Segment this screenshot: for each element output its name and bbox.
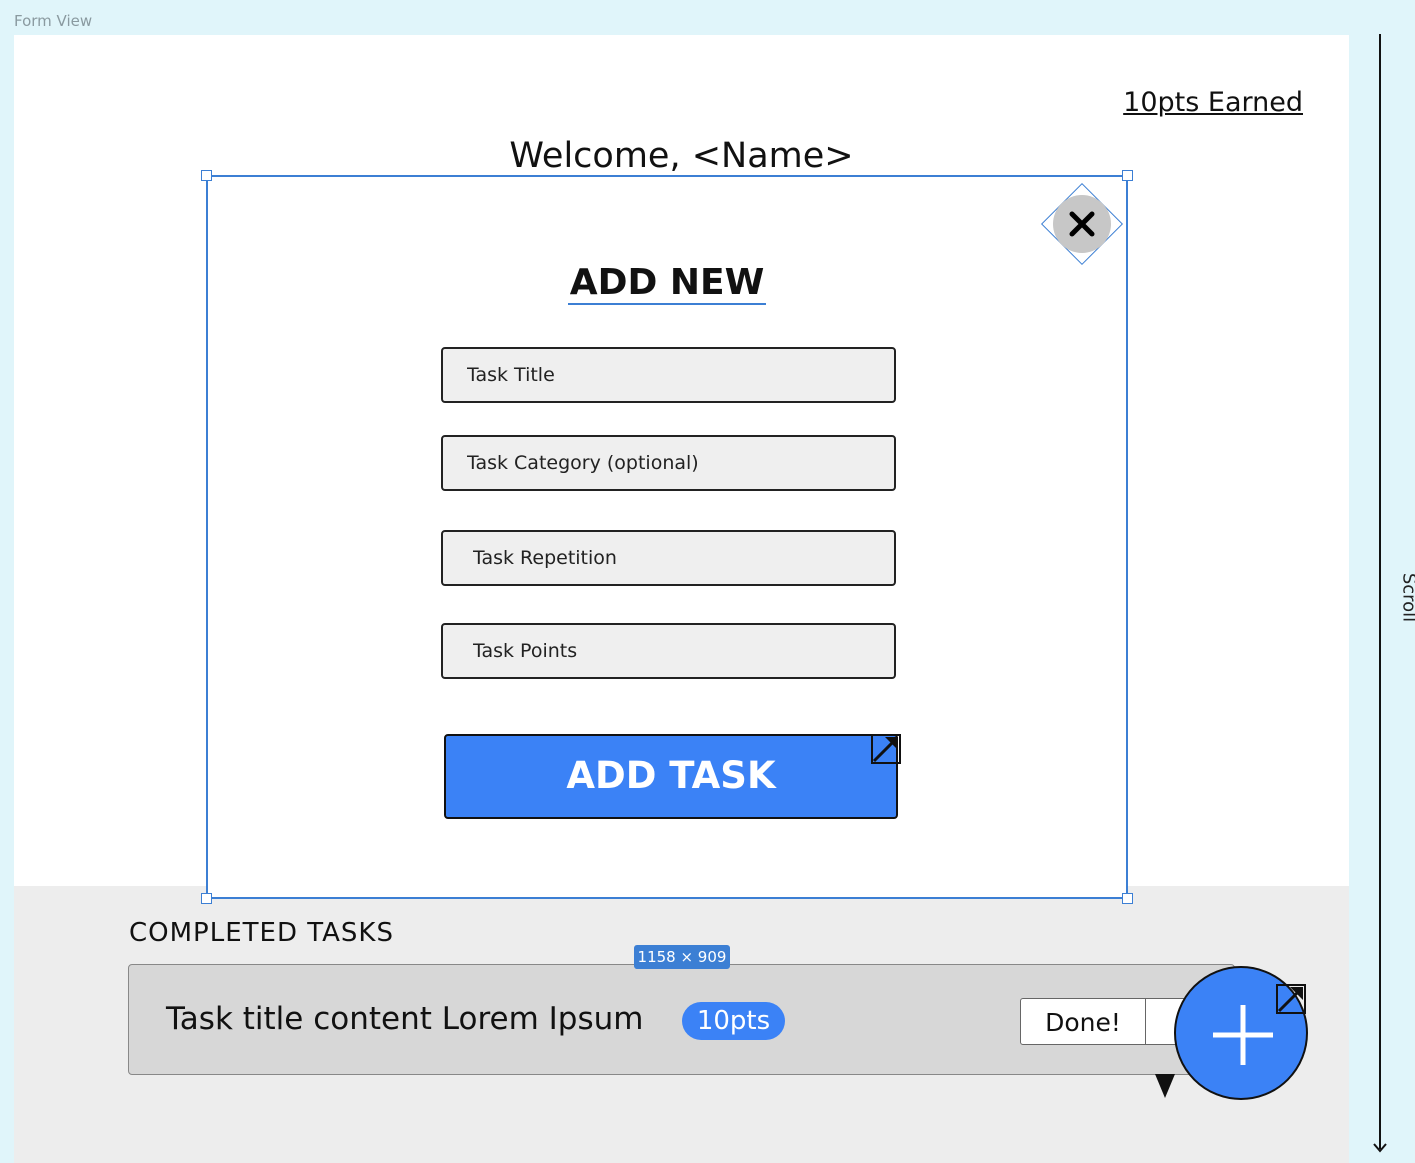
points-earned-link[interactable]: 10pts Earned <box>1123 87 1303 118</box>
resize-handle[interactable] <box>1122 893 1133 904</box>
task-points-input[interactable] <box>441 623 896 679</box>
prototype-link-icon <box>1276 984 1306 1014</box>
completed-tasks-section: COMPLETED TASKS Task title content Lorem… <box>14 886 1349 1163</box>
resize-handle[interactable] <box>201 170 212 181</box>
resize-handle[interactable] <box>1122 170 1133 181</box>
task-title-input[interactable] <box>441 347 896 403</box>
scroll-indicator-line <box>1379 34 1381 1149</box>
close-button[interactable] <box>1053 195 1111 253</box>
scroll-label: Scroll <box>1398 572 1415 623</box>
welcome-heading: Welcome, <Name> <box>509 136 854 176</box>
modal-title-wrap: ADD NEW <box>208 263 1126 305</box>
task-title: Task title content Lorem Ipsum <box>166 1001 644 1037</box>
done-button-divider <box>1145 999 1146 1044</box>
done-button-label[interactable]: Done! <box>1021 999 1145 1044</box>
task-repetition-input[interactable] <box>441 530 896 586</box>
done-dropdown-button[interactable]: Done! <box>1020 998 1188 1045</box>
modal-title: ADD NEW <box>567 262 767 305</box>
arrow-down-icon <box>1373 1143 1387 1153</box>
add-task-button[interactable]: ADD TASK <box>444 734 898 819</box>
resize-handle[interactable] <box>201 893 212 904</box>
dropdown-arrow-icon[interactable] <box>1155 1074 1175 1098</box>
close-button-selection <box>1040 182 1124 266</box>
selection-size-badge: 1158 × 909 <box>634 945 730 969</box>
plus-icon <box>1213 1005 1273 1065</box>
frame-label: Form View <box>14 12 93 30</box>
completed-tasks-heading: COMPLETED TASKS <box>129 918 394 948</box>
task-category-input[interactable] <box>441 435 896 491</box>
points-badge: 10pts <box>682 1002 785 1040</box>
close-icon <box>1069 211 1095 237</box>
task-card: Task title content Lorem Ipsum 10pts Don… <box>128 964 1235 1075</box>
prototype-link-icon <box>871 734 901 764</box>
add-new-modal: ADD NEW ADD TASK <box>201 170 1133 904</box>
